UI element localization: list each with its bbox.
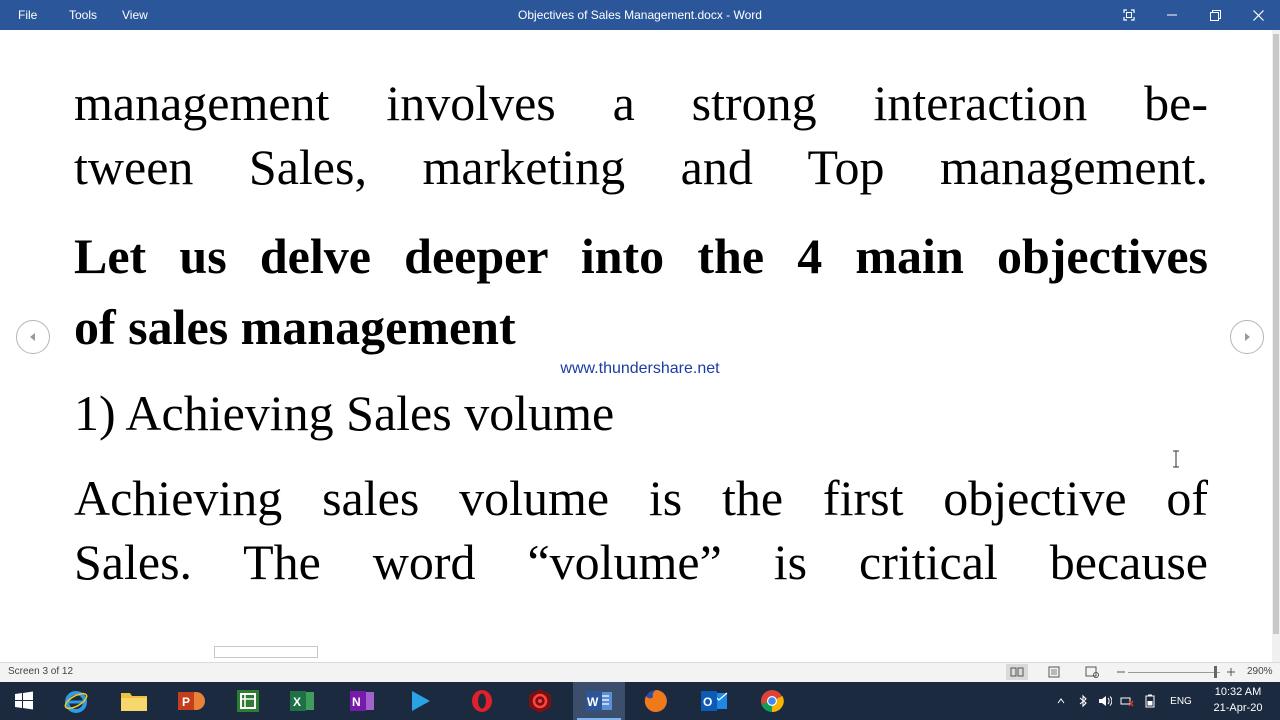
outlook-icon: O bbox=[701, 691, 728, 711]
svg-text:P: P bbox=[182, 695, 190, 709]
taskbar-powerpoint[interactable]: P bbox=[167, 682, 215, 720]
taskbar-project[interactable] bbox=[224, 682, 272, 720]
svg-text:O: O bbox=[703, 695, 712, 709]
svg-text:N: N bbox=[352, 695, 361, 709]
firefox-icon bbox=[644, 690, 667, 712]
clock-date: 21-Apr-20 bbox=[1213, 702, 1263, 714]
page-status: Screen 3 of 12 bbox=[8, 666, 74, 677]
text-line: tween Sales, marketing and Top managemen… bbox=[74, 139, 1208, 195]
restore-icon bbox=[1209, 9, 1221, 21]
web-layout-button[interactable] bbox=[1081, 664, 1103, 680]
battery-icon bbox=[1145, 694, 1155, 708]
taskbar-red-app[interactable] bbox=[516, 682, 564, 720]
zoom-slider-thumb[interactable] bbox=[1214, 666, 1217, 678]
word-icon: W bbox=[586, 691, 612, 711]
chevron-right-icon bbox=[1245, 333, 1250, 341]
taskbar-word[interactable]: W bbox=[573, 682, 625, 720]
gear-badge-icon bbox=[529, 689, 551, 713]
tray-volume[interactable] bbox=[1096, 682, 1114, 720]
close-icon bbox=[1252, 9, 1264, 21]
page-icon bbox=[1048, 666, 1060, 678]
tray-bluetooth[interactable] bbox=[1074, 682, 1092, 720]
taskbar-media-player[interactable] bbox=[396, 682, 444, 720]
svg-text:W: W bbox=[587, 695, 599, 709]
watermark-text: www.thundershare.net bbox=[560, 360, 720, 377]
menu-view[interactable]: View bbox=[122, 0, 148, 30]
taskbar-internet-explorer[interactable] bbox=[52, 682, 100, 720]
speaker-icon bbox=[1099, 696, 1112, 706]
close-button[interactable] bbox=[1236, 0, 1280, 30]
tray-overflow-button[interactable] bbox=[1054, 682, 1068, 720]
chevron-up-icon bbox=[1057, 698, 1065, 704]
bluetooth-icon bbox=[1079, 694, 1087, 708]
taskbar-clock[interactable]: 10:32 AM 21-Apr-20 bbox=[1200, 684, 1276, 716]
text-cursor-icon bbox=[1173, 450, 1179, 468]
powerpoint-icon: P bbox=[178, 692, 205, 710]
fullscreen-icon bbox=[1123, 9, 1135, 21]
minimize-icon bbox=[1167, 14, 1177, 16]
chevron-left-icon bbox=[30, 333, 35, 341]
tray-battery[interactable] bbox=[1140, 682, 1160, 720]
menu-tools[interactable]: Tools bbox=[69, 0, 97, 30]
opera-icon bbox=[472, 690, 492, 712]
excel-icon: X bbox=[290, 691, 314, 711]
taskbar-chrome[interactable] bbox=[748, 682, 796, 720]
subheading: 1) Achieving Sales volume bbox=[74, 385, 615, 441]
book-icon bbox=[1010, 667, 1024, 677]
read-mode-button[interactable] bbox=[1006, 664, 1028, 680]
web-layout-icon bbox=[1085, 666, 1099, 678]
scrollbar-thumb[interactable] bbox=[1273, 34, 1279, 634]
minimize-button[interactable] bbox=[1150, 0, 1194, 30]
svg-text:X: X bbox=[293, 695, 301, 709]
taskbar-excel[interactable]: X bbox=[278, 682, 326, 720]
restore-button[interactable] bbox=[1193, 0, 1237, 30]
taskbar: P X N W O ENG 10:32 AM 21-Apr-20 bbox=[0, 682, 1280, 720]
heading-line: of sales management bbox=[74, 299, 516, 355]
horizontal-scrollbar[interactable] bbox=[214, 646, 318, 658]
taskbar-file-explorer[interactable] bbox=[110, 682, 158, 720]
network-disconnected-icon bbox=[1120, 697, 1134, 707]
text-line: Achieving sales volume is the first obje… bbox=[74, 470, 1208, 526]
zoom-level[interactable]: 290% bbox=[1247, 663, 1273, 681]
text-line: Sales. The word “volume” is critical bec… bbox=[74, 534, 1208, 590]
project-icon bbox=[237, 690, 259, 712]
zoom-slider-track[interactable] bbox=[1128, 672, 1220, 673]
zoom-in-icon[interactable] bbox=[1226, 667, 1236, 677]
taskbar-outlook[interactable]: O bbox=[690, 682, 738, 720]
folder-icon bbox=[121, 693, 147, 711]
document-title: Objectives of Sales Management.docx - Wo… bbox=[518, 8, 762, 22]
onenote-icon: N bbox=[350, 691, 374, 711]
text-line: management involves a strong interaction… bbox=[74, 75, 1208, 131]
zoom-out-icon[interactable] bbox=[1116, 667, 1126, 677]
previous-screen-button[interactable] bbox=[16, 320, 50, 354]
document-area[interactable]: management involves a strong interaction… bbox=[0, 30, 1272, 662]
tray-language[interactable]: ENG bbox=[1164, 682, 1198, 720]
status-bar: Screen 3 of 12 290% bbox=[0, 662, 1280, 682]
title-bar: Objectives of Sales Management.docx - Wo… bbox=[0, 0, 1280, 30]
clock-time: 10:32 AM bbox=[1214, 686, 1262, 698]
chrome-icon bbox=[761, 690, 784, 713]
taskbar-onenote[interactable]: N bbox=[338, 682, 386, 720]
windows-logo-icon bbox=[15, 691, 33, 710]
print-layout-button[interactable] bbox=[1043, 664, 1065, 680]
next-screen-button[interactable] bbox=[1230, 320, 1264, 354]
fullscreen-button[interactable] bbox=[1107, 0, 1151, 30]
vertical-scrollbar[interactable] bbox=[1272, 30, 1280, 662]
heading-line: Let us delve deeper into the 4 main obje… bbox=[74, 228, 1208, 284]
tray-network[interactable] bbox=[1118, 682, 1136, 720]
internet-explorer-icon bbox=[64, 691, 88, 713]
menu-file[interactable]: File bbox=[18, 0, 37, 30]
start-button[interactable] bbox=[0, 682, 48, 720]
taskbar-firefox[interactable] bbox=[632, 682, 680, 720]
play-icon bbox=[412, 691, 430, 711]
taskbar-opera[interactable] bbox=[458, 682, 506, 720]
